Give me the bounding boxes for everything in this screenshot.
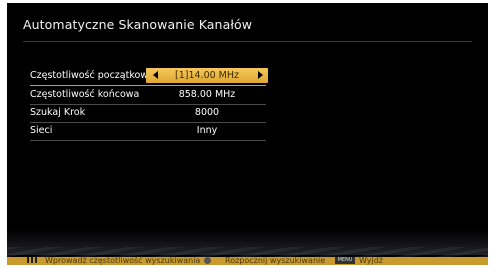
end-frequency-row[interactable]: Częstotliwość końcowa 858.00 MHz: [30, 87, 268, 105]
end-frequency-value[interactable]: 858.00 MHz: [148, 89, 266, 100]
search-step-value[interactable]: 8000: [148, 107, 266, 118]
arrow-right-icon[interactable]: [258, 71, 263, 79]
search-step-label: Szukaj Krok: [30, 107, 86, 118]
page-title: Automatyczne Skanowanie Kanałów: [23, 17, 253, 32]
start-frequency-row[interactable]: Częstotliwość początkowa [1]14.00 MHz: [30, 68, 268, 86]
search-step-row[interactable]: Szukaj Krok 8000: [30, 105, 268, 123]
network-value[interactable]: Inny: [148, 125, 266, 136]
footer-bar: Wprowadź częstotliwość wyszukiwania Rozp…: [7, 256, 488, 265]
title-divider: [23, 41, 472, 42]
row-underline: [30, 140, 266, 141]
row-underline: [30, 85, 266, 86]
number-keys-icon: [27, 257, 39, 263]
tv-screen: Automatyczne Skanowanie Kanałów Częstotl…: [7, 3, 488, 265]
hint-enter-text: Wprowadź częstotliwość wyszukiwania: [45, 256, 201, 265]
arrow-left-icon[interactable]: [153, 71, 158, 79]
end-frequency-label: Częstotliwość końcowa: [30, 89, 140, 100]
start-frequency-value[interactable]: [1]14.00 MHz: [148, 70, 266, 81]
network-row[interactable]: Sieci Inny: [30, 123, 268, 141]
start-frequency-label: Częstotliwość początkowa: [30, 70, 154, 81]
network-label: Sieci: [30, 125, 53, 136]
menu-button-icon: MENU: [335, 257, 355, 264]
hint-ok-text: Rozpocznij wyszukiwanie: [225, 256, 326, 265]
ok-button-icon: [204, 257, 211, 264]
hint-exit-text: Wyjdź: [359, 256, 384, 265]
